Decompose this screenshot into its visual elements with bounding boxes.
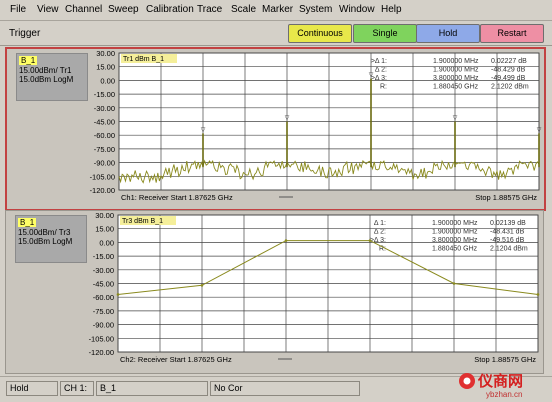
y-tick-label: -45.00 xyxy=(94,118,115,127)
menu-scale[interactable]: Scale xyxy=(231,4,256,15)
y-tick-label: 30.00 xyxy=(96,49,115,58)
marker-value: 0.02139 dB xyxy=(490,220,526,227)
watermark-logo: 仪商网 ybzhan.cn xyxy=(459,372,523,399)
menu-channel[interactable]: Channel xyxy=(65,4,102,15)
marker-symbol: Δ 2: xyxy=(374,229,386,236)
marker-value: -49.516 dB xyxy=(490,237,525,244)
y-tick-label: -105.00 xyxy=(89,334,114,343)
marker-frequency: 3.800000 MHz xyxy=(433,75,479,82)
channel2-window[interactable]: B_1 15.00dBm/ Tr3 15.0dBm LogM 30.00 15.0… xyxy=(5,210,544,374)
y-tick-label: -15.00 xyxy=(93,252,114,261)
trace-point xyxy=(452,282,456,285)
y-tick-label: -30.00 xyxy=(93,266,114,275)
y-tick-label: 15.00 xyxy=(96,63,115,72)
marker-value: 2.1204 dBm xyxy=(490,246,528,253)
marker-frequency: 1.900000 MHz xyxy=(432,220,478,227)
marker-frequency: 1.900000 MHz xyxy=(432,229,478,236)
channel2-plot[interactable]: 30.00 15.00 0.00 -15.00 -30.00 -45.00 -60.00 -7… xyxy=(6,211,543,373)
menu-bar: File View Channel Sweep Calibration Trace Scal… xyxy=(0,0,552,21)
marker-symbol: >Δ 1: xyxy=(371,58,387,65)
status-channel-value: B_1 xyxy=(96,381,208,396)
marker-symbol: Δ 1: xyxy=(374,220,386,227)
continuous-button[interactable]: Continuous xyxy=(288,24,352,43)
marker-frequency: 3.800000 MHz xyxy=(432,237,478,244)
marker-value: 0.02227 dB xyxy=(491,58,527,65)
trace-point xyxy=(368,239,372,242)
channel1-plot[interactable]: 30.00 15.00 0.00 -15.00 -30.00 -45.00 -60.00 -7… xyxy=(7,49,544,209)
y-tick-label: 0.00 xyxy=(100,76,115,85)
y-tick-label: -105.00 xyxy=(90,172,115,181)
trace-label: Tr1 dBm B_1 xyxy=(123,56,164,63)
y-tick-label: -75.00 xyxy=(94,145,115,154)
trigger-toolbar: Trigger Continuous Single Hold Restart xyxy=(0,21,552,46)
hold-button[interactable]: Hold xyxy=(416,24,480,43)
marker-value: -49.499 dB xyxy=(491,75,526,82)
marker-frequency: 1.880450 GHz xyxy=(433,84,479,91)
status-channel-label: CH 1: xyxy=(60,381,94,396)
menu-file[interactable]: File xyxy=(10,4,26,15)
marker-value: -48.429 dB xyxy=(491,67,526,74)
y-tick-label: -90.00 xyxy=(94,159,115,168)
marker-flag: ▽ xyxy=(537,127,542,133)
sweep-stop-label: Stop 1.88575 GHz xyxy=(474,355,536,364)
trigger-label: Trigger xyxy=(9,28,41,39)
menu-trace[interactable]: Trace xyxy=(197,4,222,15)
marker-symbol: R: xyxy=(380,84,387,91)
y-tick-label: -75.00 xyxy=(93,307,114,316)
menu-marker[interactable]: Marker xyxy=(262,4,293,15)
marker-value: 2.1202 dBm xyxy=(491,84,529,91)
status-mode: Hold xyxy=(6,381,58,396)
marker-flag: ▽ xyxy=(285,116,290,122)
y-tick-label: 30.00 xyxy=(95,211,114,220)
marker-value: -48.431 dB xyxy=(490,229,525,236)
trace-label: Tr3 dBm B_1 xyxy=(122,218,163,225)
trace-point xyxy=(116,293,120,296)
y-tick-label: -90.00 xyxy=(93,321,114,330)
menu-window[interactable]: Window xyxy=(339,4,375,15)
single-button[interactable]: Single xyxy=(353,24,417,43)
marker-symbol: >Δ 3: xyxy=(370,237,386,244)
trace-point xyxy=(200,284,204,287)
menu-sweep[interactable]: Sweep xyxy=(108,4,139,15)
y-tick-label: -60.00 xyxy=(94,131,115,140)
trace-point xyxy=(284,239,288,242)
status-correction: No Cor xyxy=(210,381,360,396)
sweep-start-label: Ch2: Receiver Start 1.87625 GHz xyxy=(120,355,232,364)
trace-point xyxy=(536,293,540,296)
y-tick-label: -45.00 xyxy=(93,280,114,289)
y-tick-label: -60.00 xyxy=(93,293,114,302)
marker-symbol: Δ 2: xyxy=(375,67,387,74)
menu-view[interactable]: View xyxy=(37,4,59,15)
marker-frequency: 1.900000 MHz xyxy=(433,58,479,65)
marker-flag: ▽ xyxy=(201,127,206,133)
marker-frequency: 1.900000 MHz xyxy=(433,67,479,74)
marker-frequency: 1.880450 GHz xyxy=(432,246,478,253)
watermark-url: ybzhan.cn xyxy=(486,390,522,399)
menu-calibration[interactable]: Calibration xyxy=(146,4,194,15)
y-tick-label: -15.00 xyxy=(94,90,115,99)
watermark-text: 仪商网 xyxy=(477,372,523,390)
menu-help[interactable]: Help xyxy=(381,4,402,15)
menu-system[interactable]: System xyxy=(299,4,332,15)
marker-flag: ▽ xyxy=(369,73,374,79)
y-tick-label: 15.00 xyxy=(95,225,114,234)
channel1-window[interactable]: B_1 15.00dBm/ Tr1 15.0dBm LogM 30.00 15.0… xyxy=(5,47,546,211)
sweep-stop-label: Stop 1.88575 GHz xyxy=(475,193,537,202)
sweep-start-label: Ch1: Receiver Start 1.87625 GHz xyxy=(121,193,233,202)
y-tick-label: 0.00 xyxy=(99,238,114,247)
y-tick-label: -120.00 xyxy=(89,348,114,357)
marker-flag: ▽ xyxy=(453,116,458,122)
y-tick-label: -30.00 xyxy=(94,104,115,113)
y-tick-label: -120.00 xyxy=(90,186,115,195)
restart-button[interactable]: Restart xyxy=(480,24,544,43)
